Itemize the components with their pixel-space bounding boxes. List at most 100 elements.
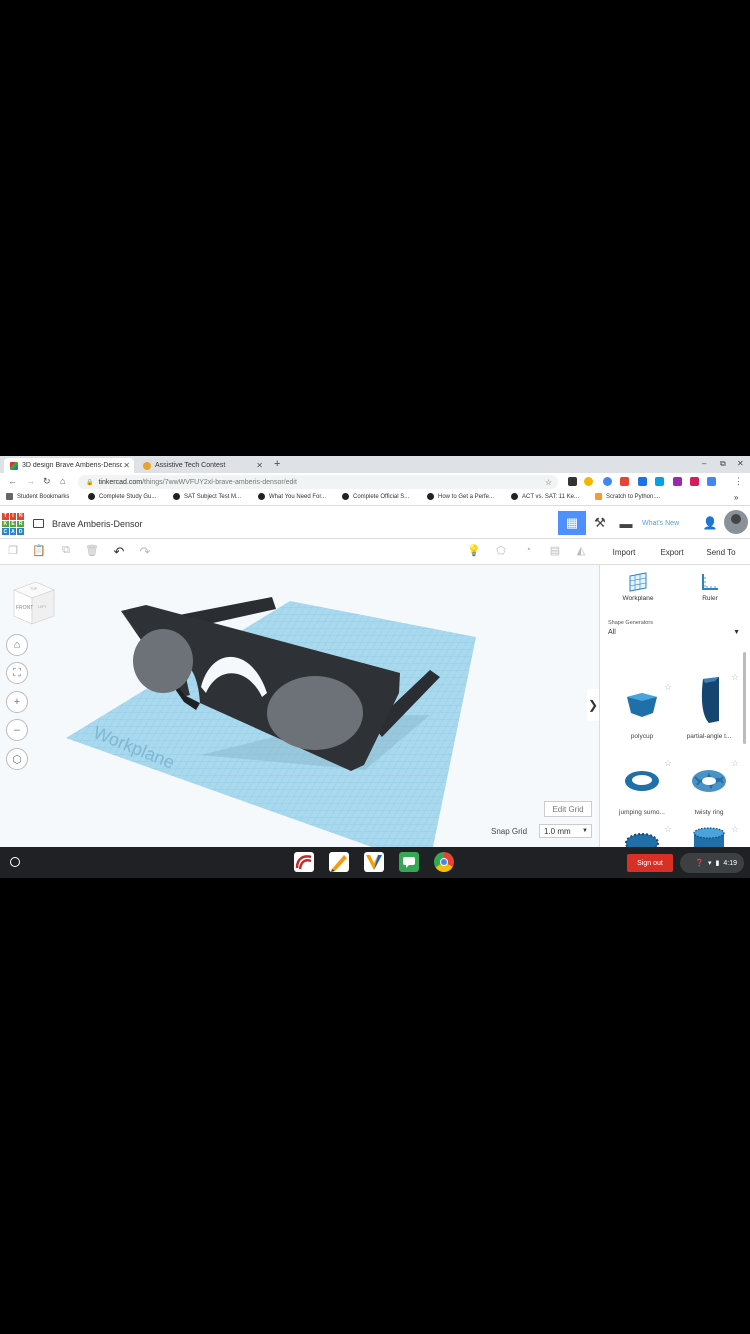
bricks-view-icon[interactable]: ▬ bbox=[612, 511, 640, 535]
design-title[interactable]: Brave Amberis-Densor bbox=[52, 519, 143, 529]
logo-letter: A bbox=[9, 528, 17, 535]
group-icon[interactable]: ⬠ bbox=[494, 544, 508, 558]
home-view-icon[interactable]: ⌂ bbox=[6, 634, 28, 656]
edit-grid-button[interactable]: Edit Grid bbox=[544, 801, 592, 817]
workplane-label: Workplane bbox=[622, 595, 654, 602]
shape-polycup[interactable]: ☆ polycup bbox=[607, 682, 677, 740]
paste-icon[interactable]: 📋 bbox=[32, 544, 46, 558]
close-icon[interactable]: ✕ bbox=[256, 461, 263, 470]
screen: 3D design Brave Amberis-Densor ✕ Assisti… bbox=[0, 456, 750, 878]
redo-icon[interactable]: ↷ bbox=[138, 544, 152, 559]
extension-icon[interactable] bbox=[707, 477, 716, 486]
more-bookmarks-button[interactable]: » bbox=[734, 493, 738, 502]
curved-arrows-icon bbox=[295, 855, 312, 870]
close-window-icon[interactable]: ✕ bbox=[737, 459, 744, 468]
bookmark-favicon-icon bbox=[342, 493, 349, 500]
extension-icon[interactable] bbox=[655, 477, 664, 486]
browser-menu-icon[interactable]: ⋮ bbox=[734, 476, 743, 487]
avatar[interactable] bbox=[724, 510, 748, 534]
tab-assistive-tech[interactable]: Assistive Tech Contest ✕ bbox=[137, 458, 267, 473]
forward-icon[interactable]: → bbox=[26, 476, 35, 486]
bookmark-item[interactable]: SAT Subject Test M... bbox=[173, 493, 241, 500]
bookmark-item[interactable]: What You Need For... bbox=[258, 493, 326, 500]
light-bulb-icon[interactable]: 💡 bbox=[467, 544, 481, 558]
ruler-icon bbox=[702, 574, 718, 590]
pencil-paper-icon bbox=[331, 855, 347, 872]
whats-new-link[interactable]: What's New bbox=[642, 520, 679, 527]
app-icon[interactable] bbox=[294, 852, 314, 872]
favorite-star-icon[interactable]: ☆ bbox=[731, 758, 739, 769]
shape-twisty-ring[interactable]: ☆ twisty ring bbox=[674, 758, 744, 816]
bookmark-item[interactable]: Complete Study Gu... bbox=[88, 493, 156, 500]
fit-view-icon[interactable]: ⛶ bbox=[6, 662, 28, 684]
tab-3d-design[interactable]: 3D design Brave Amberis-Densor ✕ bbox=[4, 458, 134, 473]
favorite-star-icon[interactable]: ☆ bbox=[664, 682, 672, 693]
new-tab-icon[interactable]: + bbox=[274, 458, 280, 470]
bookmark-star-icon[interactable]: ☆ bbox=[545, 478, 552, 487]
extension-icon[interactable] bbox=[690, 477, 699, 486]
app-icon[interactable] bbox=[329, 852, 349, 872]
sign-out-button[interactable]: Sign out bbox=[627, 854, 673, 872]
extension-icon[interactable] bbox=[638, 477, 647, 486]
favorite-star-icon[interactable]: ☆ bbox=[664, 824, 672, 835]
send-to-button[interactable]: Send To bbox=[700, 543, 742, 561]
3d-viewport[interactable]: Workplane FRONT TOP LEFT ⌂ ⛶ + – ⬡ ❯ Edi… bbox=[0, 565, 599, 847]
extension-icon[interactable] bbox=[568, 477, 577, 486]
zoom-out-icon[interactable]: – bbox=[6, 719, 28, 741]
url-input[interactable]: 🔒 tinkercad.com /things/7wwWVFUY2xl-brav… bbox=[78, 475, 558, 489]
extension-icon[interactable] bbox=[673, 477, 682, 486]
panel-scrollbar[interactable] bbox=[743, 652, 746, 744]
minimize-icon[interactable]: – bbox=[702, 459, 706, 468]
extension-icon[interactable] bbox=[620, 477, 629, 486]
align-icon[interactable]: ▤ bbox=[548, 544, 562, 558]
bookmark-item[interactable]: ACT vs. SAT: 11 Ke... bbox=[511, 493, 579, 500]
bookmark-item[interactable]: Complete Official S... bbox=[342, 493, 409, 500]
reload-icon[interactable]: ↻ bbox=[43, 476, 51, 487]
ungroup-icon[interactable]: ◔ bbox=[521, 544, 535, 558]
logo-letter: K bbox=[2, 520, 9, 528]
codeblocks-pickaxe-icon[interactable]: ⚒ bbox=[586, 511, 614, 535]
duplicate-icon[interactable]: ⧉ bbox=[59, 544, 73, 558]
extension-icon[interactable] bbox=[584, 477, 593, 486]
logo-letter: R bbox=[17, 520, 24, 528]
add-user-icon[interactable]: 👤 bbox=[696, 511, 724, 535]
favorite-star-icon[interactable]: ☆ bbox=[664, 758, 672, 769]
import-button[interactable]: Import bbox=[604, 543, 644, 561]
status-tray[interactable]: ❓ ▾ ▮ 4:19 bbox=[680, 853, 744, 873]
export-button[interactable]: Export bbox=[651, 543, 693, 561]
undo-icon[interactable]: ↶ bbox=[112, 544, 126, 559]
mirror-icon[interactable]: ◭ bbox=[574, 544, 588, 558]
chrome-icon[interactable] bbox=[434, 852, 454, 872]
shape-jumping-sumo[interactable]: ☆ jumping sumo... bbox=[607, 758, 677, 816]
shape-generators-select[interactable]: All ▼ bbox=[608, 629, 743, 641]
contest-favicon-icon bbox=[143, 461, 151, 470]
snap-grid-select[interactable]: 1.0 mm ▼ bbox=[539, 824, 592, 838]
app-icon[interactable] bbox=[364, 852, 384, 872]
tinkercad-logo[interactable]: T I N K E R C A D bbox=[2, 513, 24, 535]
ruler-tool[interactable]: Ruler bbox=[680, 571, 740, 602]
bookmark-item[interactable]: How to Get a Perfe... bbox=[427, 493, 494, 500]
shapes-panel: Workplane Ruler Shape Generators All ▼ ☆… bbox=[599, 565, 750, 853]
workplane-tool[interactable]: Workplane bbox=[608, 571, 668, 602]
copy-icon[interactable]: ❐ bbox=[6, 544, 20, 558]
design-list-icon[interactable] bbox=[33, 519, 44, 528]
home-icon[interactable]: ⌂ bbox=[60, 476, 65, 486]
bookmark-folder[interactable]: Student Bookmarks bbox=[6, 493, 69, 500]
bookmark-item[interactable]: Scratch to Python:... bbox=[595, 493, 660, 500]
favorite-star-icon[interactable]: ☆ bbox=[731, 824, 739, 835]
close-icon[interactable]: ✕ bbox=[123, 461, 130, 470]
collapse-panel-button[interactable]: ❯ bbox=[587, 689, 599, 721]
favorite-star-icon[interactable]: ☆ bbox=[731, 672, 739, 683]
view-cube[interactable]: FRONT TOP LEFT bbox=[12, 578, 56, 626]
restore-icon[interactable]: ⧉ bbox=[720, 459, 726, 469]
back-icon[interactable]: ← bbox=[8, 476, 17, 486]
wifi-icon: ▾ bbox=[708, 860, 712, 867]
delete-icon[interactable]: 🗑 bbox=[85, 544, 99, 558]
3d-view-button[interactable]: ▦ bbox=[558, 511, 586, 535]
shape-partial-angle[interactable]: ☆ partial-angle t... bbox=[674, 672, 744, 740]
extension-icon[interactable] bbox=[603, 477, 612, 486]
launcher-icon[interactable] bbox=[10, 857, 20, 867]
app-icon[interactable] bbox=[399, 852, 419, 872]
zoom-in-icon[interactable]: + bbox=[6, 691, 28, 713]
perspective-icon[interactable]: ⬡ bbox=[6, 748, 28, 770]
